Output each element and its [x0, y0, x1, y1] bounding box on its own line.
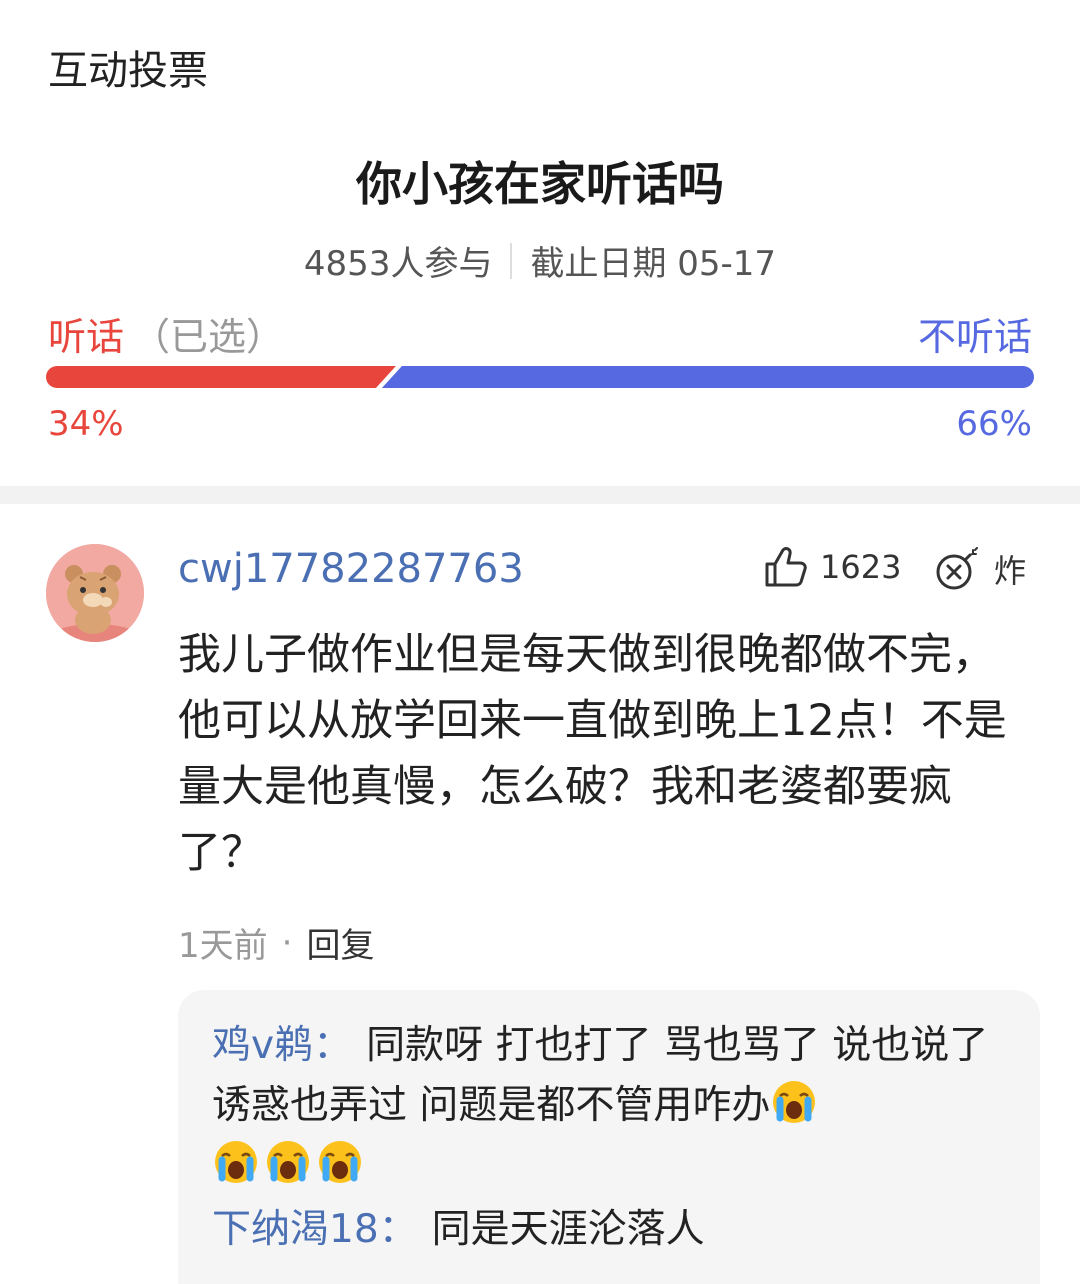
poll-bar-right: [381, 366, 1034, 388]
option-right-percent: 66%: [956, 404, 1032, 444]
reply-colon: ：: [378, 1207, 418, 1252]
meta-divider: [510, 242, 513, 279]
participant-count: 4853人参与: [303, 244, 493, 284]
section-divider: [0, 486, 1080, 504]
poll-deadline: 截止日期 05-17: [530, 244, 777, 284]
bomb-label: 炸: [994, 552, 1027, 590]
avatar[interactable]: [46, 544, 144, 642]
reply-item[interactable]: 下纳渴18： 同是天涯沦落人: [212, 1200, 1006, 1260]
bomb-icon: [936, 547, 978, 590]
selected-tag: （已选）: [132, 315, 285, 359]
reply-item[interactable]: 鸡v鹈： 同款呀 打也打了 骂也骂了 说也说了 诱惑也弄过 问题是都不管用咋办: [212, 1016, 1006, 1196]
crying-emoji-icon: [264, 1138, 312, 1186]
like-button[interactable]: 1623: [764, 546, 901, 588]
bear-avatar-icon: [46, 544, 144, 642]
option-left-percent: 34%: [48, 404, 124, 444]
reply-username[interactable]: 鸡v鹈: [212, 1023, 313, 1068]
section-title: 互动投票: [48, 48, 208, 94]
poll-option-right[interactable]: 不听话: [918, 306, 1032, 361]
reply-username[interactable]: 下纳渴18: [212, 1207, 379, 1252]
meta-dot: ·: [281, 922, 293, 963]
reply-list: 鸡v鹈： 同款呀 打也打了 骂也骂了 说也说了 诱惑也弄过 问题是都不管用咋办 下…: [178, 990, 1040, 1284]
option-left-label: 听话: [48, 315, 125, 359]
comment-username[interactable]: cwj17782287763: [178, 546, 524, 592]
comment-meta: 1天前 · 回复: [178, 918, 374, 967]
poll-option-left[interactable]: 听话 （已选）: [48, 306, 284, 361]
crying-emoji-icon: [316, 1138, 364, 1186]
poll-question: 你小孩在家听话吗: [356, 157, 724, 211]
crying-emoji-icon: [770, 1078, 818, 1126]
reply-colon: ：: [313, 1023, 353, 1068]
reply-text: 同是天涯沦落人: [431, 1207, 705, 1252]
reply-button[interactable]: 回复: [306, 918, 374, 967]
poll-meta: 4853人参与 截止日期 05-17: [0, 236, 1080, 285]
like-count: 1623: [820, 548, 902, 586]
comment-text: 我儿子做作业但是每天做到很晚都做不完，他可以从放学回来一直做到晚上12点！不是量…: [178, 630, 1007, 878]
crying-emoji-icon: [212, 1138, 260, 1186]
poll-result-bar: [46, 366, 1034, 388]
bomb-button[interactable]: 炸: [934, 546, 1026, 592]
thumbs-up-icon: [765, 547, 807, 587]
comment-time: 1天前: [178, 926, 268, 966]
poll-bar-left: [46, 366, 396, 388]
